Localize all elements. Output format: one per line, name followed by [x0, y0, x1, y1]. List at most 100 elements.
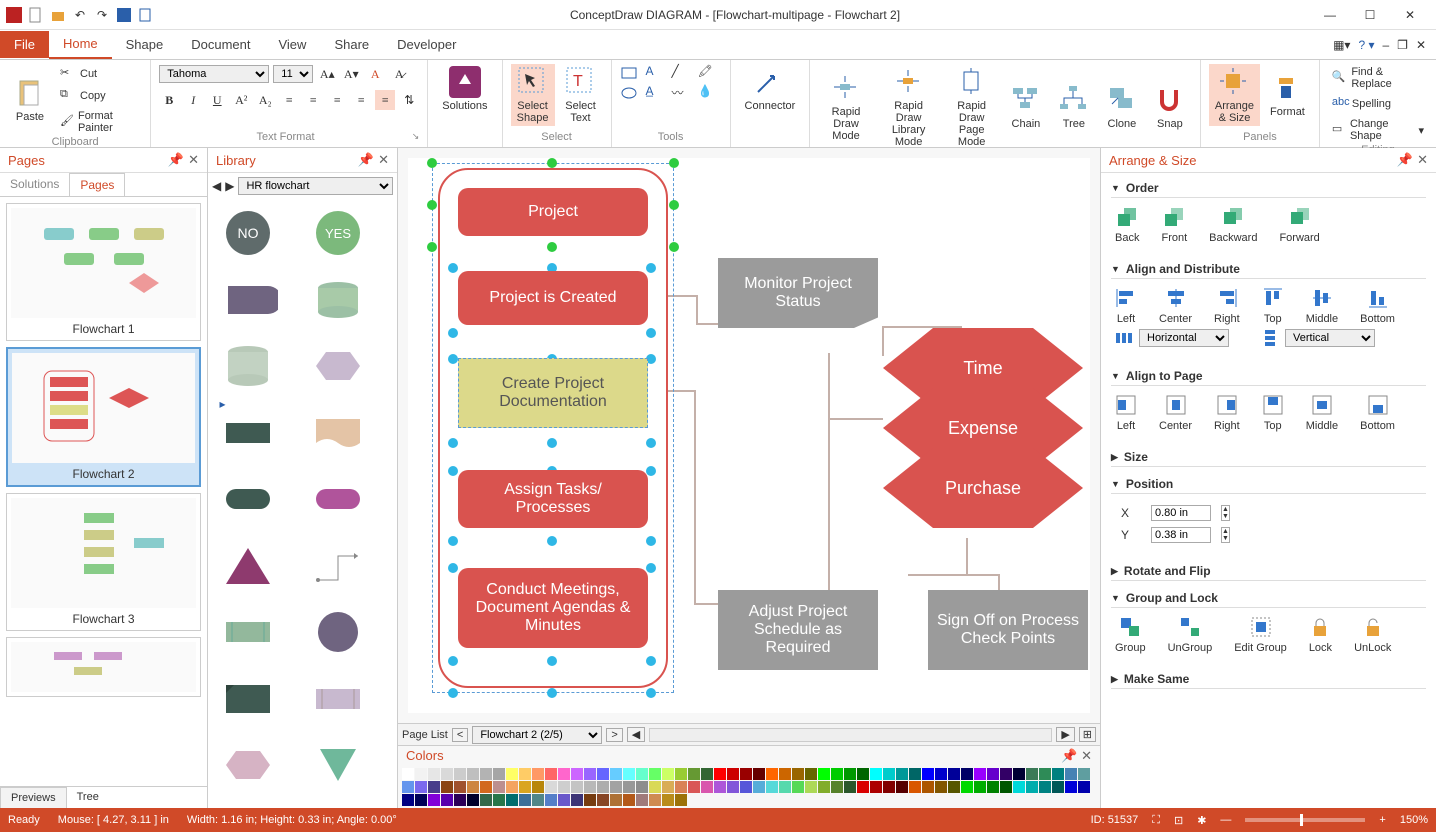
fit-page-button[interactable]: ⊞ [1079, 727, 1096, 742]
lib-shape-yes[interactable]: YES [308, 209, 368, 257]
color-swatch[interactable] [402, 794, 414, 806]
color-swatch[interactable] [870, 781, 882, 793]
color-swatch[interactable] [1078, 781, 1090, 793]
color-swatch[interactable] [883, 781, 895, 793]
color-swatch[interactable] [675, 794, 687, 806]
section-align-page[interactable]: ▼Align to Page [1111, 367, 1426, 386]
color-swatch[interactable] [610, 794, 622, 806]
shrink-font-button[interactable]: A▾ [341, 64, 361, 84]
section-size[interactable]: ▶Size [1111, 448, 1426, 467]
help-icon[interactable]: ? ▾ [1358, 38, 1374, 52]
color-swatch[interactable] [532, 781, 544, 793]
color-swatch[interactable] [1039, 781, 1051, 793]
lib-shape-arrow-down[interactable] [308, 741, 368, 789]
close-icon[interactable]: ✕ [1081, 748, 1092, 763]
color-swatch[interactable] [454, 781, 466, 793]
section-group-lock[interactable]: ▼Group and Lock [1111, 589, 1426, 608]
lib-shape-hex2[interactable] [218, 741, 278, 789]
arrange-size-button[interactable]: Arrange & Size [1209, 64, 1260, 126]
color-swatch[interactable] [740, 768, 752, 780]
pin-icon[interactable]: 📌 [1061, 748, 1077, 763]
distribute-v-select[interactable]: Vertical [1285, 329, 1375, 347]
eyedropper-tool-icon[interactable]: 💧 [698, 84, 714, 100]
color-swatch[interactable] [727, 768, 739, 780]
pin-icon[interactable]: 📌 [1397, 152, 1413, 168]
tab-pages[interactable]: Pages [69, 173, 125, 196]
color-swatch[interactable] [441, 781, 453, 793]
color-swatch[interactable] [857, 781, 869, 793]
color-swatch[interactable] [805, 781, 817, 793]
status-zoom-icon[interactable]: ✱ [1197, 814, 1206, 827]
color-swatch[interactable] [922, 781, 934, 793]
color-swatch[interactable] [1039, 768, 1051, 780]
color-swatch[interactable] [597, 768, 609, 780]
position-y-input[interactable] [1151, 527, 1211, 543]
pin-icon[interactable]: 📌 [168, 152, 184, 168]
color-swatch[interactable] [649, 781, 661, 793]
h-scrollbar[interactable] [649, 728, 1052, 742]
brush-tool-icon[interactable]: 🖍 [698, 64, 714, 80]
color-swatch[interactable] [857, 768, 869, 780]
mdi-minimize-icon[interactable]: – [1382, 38, 1389, 52]
color-swatch[interactable] [922, 768, 934, 780]
color-swatch[interactable] [753, 781, 765, 793]
stepper-icon[interactable]: ▲▼ [1221, 527, 1230, 543]
page-list-select[interactable]: Flowchart 2 (2/5) [472, 726, 602, 744]
color-swatch[interactable] [636, 794, 648, 806]
grow-font-button[interactable]: A▴ [317, 64, 337, 84]
color-swatch[interactable] [402, 768, 414, 780]
italic-button[interactable]: I [183, 90, 203, 110]
page-align-middle-button[interactable]: Middle [1306, 394, 1338, 432]
color-swatch[interactable] [1026, 781, 1038, 793]
color-swatch[interactable] [1065, 781, 1077, 793]
color-swatch[interactable] [519, 781, 531, 793]
color-swatch[interactable] [688, 781, 700, 793]
color-swatch[interactable] [532, 768, 544, 780]
color-swatch[interactable] [896, 781, 908, 793]
lib-shape-rounded2[interactable] [218, 475, 278, 523]
color-swatch[interactable] [675, 781, 687, 793]
close-icon[interactable]: ✕ [378, 152, 389, 168]
color-swatch[interactable] [753, 768, 765, 780]
color-swatch[interactable] [870, 768, 882, 780]
color-swatch[interactable] [493, 768, 505, 780]
color-swatch[interactable] [792, 781, 804, 793]
color-swatch[interactable] [558, 768, 570, 780]
section-order[interactable]: ▼Order [1111, 179, 1426, 198]
color-swatch[interactable] [831, 781, 843, 793]
page-align-top-button[interactable]: Top [1262, 394, 1284, 432]
align-middle-button[interactable]: Middle [1306, 287, 1338, 325]
color-swatch[interactable] [415, 768, 427, 780]
color-swatch[interactable] [623, 781, 635, 793]
dialog-launcher-icon[interactable]: ↘ [412, 131, 420, 143]
color-swatch[interactable] [662, 794, 674, 806]
format-button[interactable]: Format [1264, 70, 1311, 120]
clone-button[interactable]: Clone [1100, 82, 1144, 132]
color-swatch[interactable] [415, 781, 427, 793]
page-next-button[interactable]: > [606, 728, 622, 742]
scroll-left-button[interactable]: ◀ [627, 727, 645, 742]
connector-button[interactable]: Connector [739, 64, 802, 114]
color-swatch[interactable] [935, 781, 947, 793]
color-swatch[interactable] [402, 781, 414, 793]
color-swatch[interactable] [883, 768, 895, 780]
color-swatch[interactable] [974, 781, 986, 793]
color-swatch[interactable] [1013, 768, 1025, 780]
align-top-button[interactable]: Top [1262, 287, 1284, 325]
color-swatch[interactable] [519, 794, 531, 806]
color-swatch[interactable] [740, 781, 752, 793]
lib-shape-doc[interactable] [308, 409, 368, 457]
maximize-button[interactable]: ☐ [1356, 8, 1384, 22]
distribute-h-select[interactable]: Horizontal [1139, 329, 1229, 347]
undo-icon[interactable]: ↶ [72, 7, 88, 23]
color-swatch[interactable] [428, 781, 440, 793]
color-swatch[interactable] [662, 781, 674, 793]
lib-shape-card[interactable] [218, 675, 278, 723]
menu-view[interactable]: View [264, 31, 320, 58]
format-painter-button[interactable]: 🖌Format Painter [56, 108, 142, 136]
select-text-button[interactable]: T Select Text [559, 64, 603, 126]
color-swatch[interactable] [675, 768, 687, 780]
change-shape-button[interactable]: ▭Change Shape ▾ [1328, 116, 1428, 144]
valign-button[interactable]: ≡ [375, 90, 395, 110]
color-swatch[interactable] [987, 781, 999, 793]
